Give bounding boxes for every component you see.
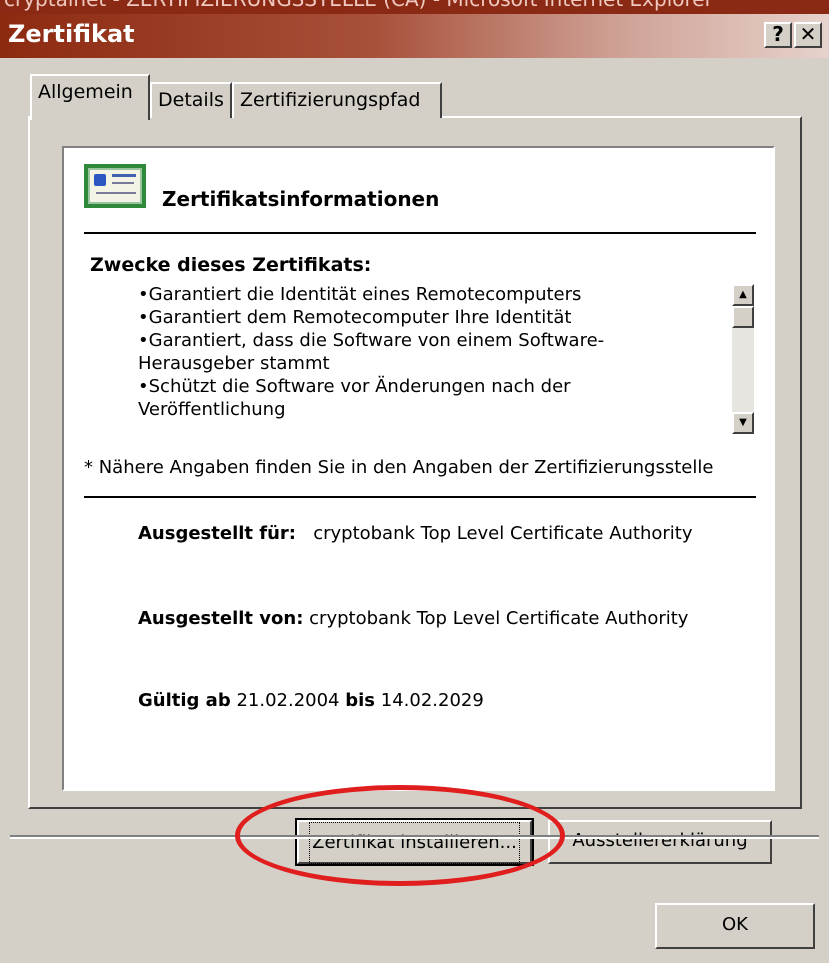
issued-by-row: Ausgestellt von: cryptobank Top Level Ce… xyxy=(138,608,688,629)
divider-bottom xyxy=(84,496,756,498)
validity-row: Gültig ab 21.02.2004 bis 14.02.2029 xyxy=(138,690,484,711)
issued-to-value: cryptobank Top Level Certificate Authori… xyxy=(313,523,693,544)
purpose-item-continued: Herausgeber stammt xyxy=(138,353,330,374)
issued-by-label: Ausgestellt von: xyxy=(138,608,304,629)
issued-by-value: cryptobank Top Level Certificate Authori… xyxy=(309,608,689,629)
valid-to-label: bis xyxy=(345,690,376,711)
dialog-titlebar[interactable]: Zertifikat ? ✕ xyxy=(0,14,829,58)
scroll-thumb[interactable] xyxy=(732,306,754,328)
certificate-icon xyxy=(84,164,146,208)
help-button[interactable]: ? xyxy=(764,22,792,48)
tab-allgemein[interactable]: Allgemein xyxy=(30,74,150,120)
valid-from-value: 21.02.2004 xyxy=(236,690,340,711)
purpose-item: •Schützt die Software vor Änderungen nac… xyxy=(138,376,571,397)
purpose-item: •Garantiert die Identität eines Remoteco… xyxy=(138,284,582,305)
background-window-titlebar: cryptainet - ZERTIFIZIERUNGSSTELLE (CA) … xyxy=(0,0,829,14)
issuer-statement-button[interactable]: Ausstellererklärung xyxy=(548,820,772,864)
issued-to-row: Ausgestellt für: cryptobank Top Level Ce… xyxy=(138,523,693,544)
purposes-scrollbar[interactable]: ▲ ▼ xyxy=(732,284,754,434)
scroll-down-button[interactable]: ▼ xyxy=(732,412,754,434)
purpose-item-continued: Veröffentlichung xyxy=(138,399,286,420)
dialog-title: Zertifikat xyxy=(8,20,135,48)
purpose-item: •Garantiert dem Remotecomputer Ihre Iden… xyxy=(138,307,572,328)
issuer-statement-note: * Nähere Angaben finden Sie in den Angab… xyxy=(84,457,714,478)
background-window-title: cryptainet - ZERTIFIZIERUNGSSTELLE (CA) … xyxy=(4,0,713,11)
divider-top xyxy=(84,232,756,234)
valid-to-value: 14.02.2029 xyxy=(380,690,484,711)
purposes-list: •Garantiert die Identität eines Remoteco… xyxy=(138,284,718,422)
tab-zertifizierungspfad[interactable]: Zertifizierungspfad xyxy=(232,82,442,118)
highlight-ellipse xyxy=(235,785,565,886)
certificate-info-heading: Zertifikatsinformationen xyxy=(162,187,440,211)
issued-to-label: Ausgestellt für: xyxy=(138,523,297,544)
ok-button[interactable]: OK xyxy=(655,903,815,949)
purposes-title: Zwecke dieses Zertifikats: xyxy=(90,254,372,276)
close-button[interactable]: ✕ xyxy=(794,22,822,48)
tab-details[interactable]: Details xyxy=(150,82,232,118)
valid-from-label: Gültig ab xyxy=(138,690,231,711)
purpose-item: •Garantiert, dass die Software von einem… xyxy=(138,330,605,351)
scroll-up-button[interactable]: ▲ xyxy=(732,284,754,306)
